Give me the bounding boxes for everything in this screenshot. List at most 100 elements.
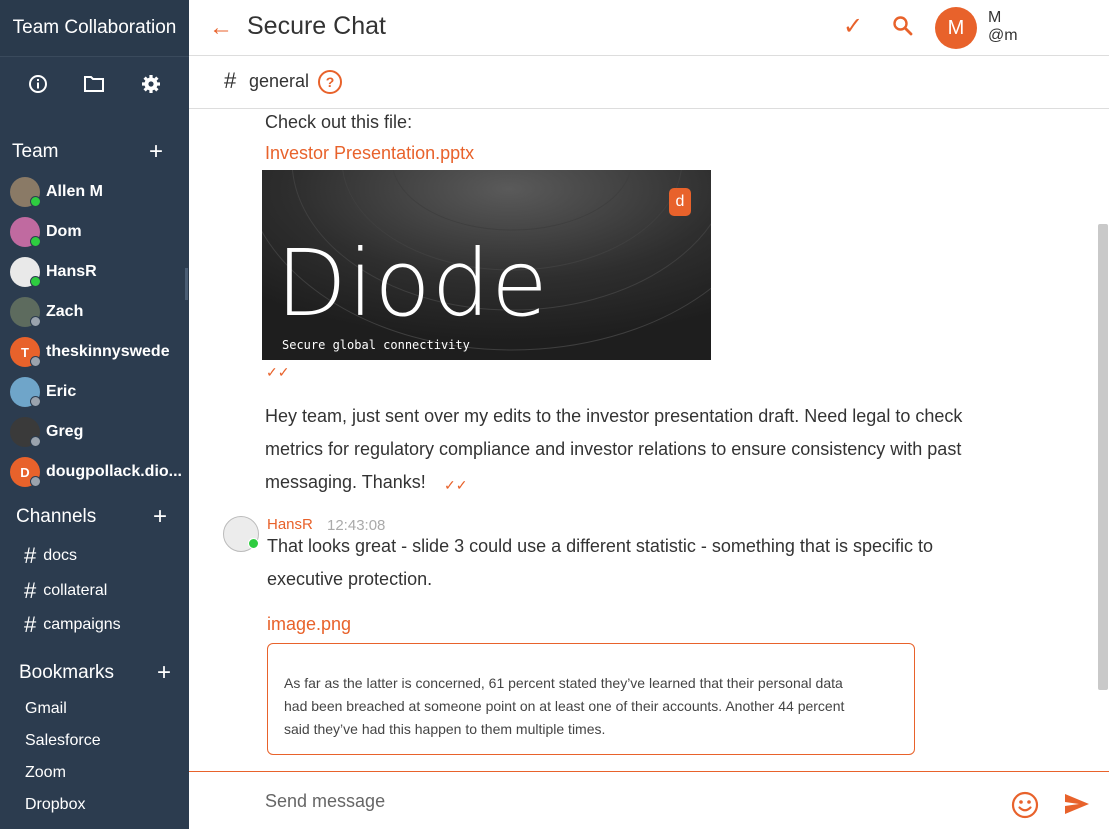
presence-dot-icon [30, 276, 41, 287]
slide-title: Diode [276, 230, 549, 337]
reply-body-line: executive protection. [267, 569, 433, 589]
app-title: Team Collaboration [0, 0, 189, 57]
presence-dot-icon [30, 236, 41, 247]
online-status-icon [248, 538, 259, 549]
avatar: T [10, 337, 41, 367]
info-icon[interactable] [24, 70, 52, 98]
team-member-name: Dom [46, 223, 82, 240]
channel-item-campaigns[interactable]: # campaigns [24, 612, 121, 638]
team-section-header: Team + [0, 140, 189, 164]
page-title: Secure Chat [247, 12, 386, 40]
team-member-item[interactable]: Greg [10, 414, 182, 450]
hash-icon: # [224, 68, 237, 93]
channel-label: docs [43, 547, 78, 564]
channels-label: Channels [16, 506, 97, 527]
hash-icon: # [24, 578, 37, 603]
channel-item-docs[interactable]: # docs [24, 543, 77, 569]
team-member-item[interactable]: Eric [10, 374, 182, 410]
message-body-line: metrics for regulatory compliance and in… [265, 439, 962, 459]
avatar [10, 177, 41, 207]
team-member-name: Greg [46, 423, 84, 440]
emoji-icon[interactable] [1011, 791, 1039, 824]
team-label: Team [12, 141, 59, 162]
presence-dot-icon [30, 396, 41, 407]
team-member-name: Allen M [46, 183, 103, 200]
diode-logo-icon: d [669, 188, 691, 216]
composer [189, 771, 1109, 830]
user-info: M @m [988, 9, 1018, 45]
sidebar-scrollbar[interactable] [185, 268, 188, 300]
avatar-initial: D [20, 464, 30, 480]
reply-body-line: That looks great - slide 3 could use a d… [267, 536, 933, 556]
bookmark-dropbox[interactable]: Dropbox [25, 796, 85, 814]
avatar [10, 417, 41, 447]
read-receipt-icon: ✓✓ [444, 477, 468, 493]
slide-tagline: Secure global connectivity [282, 338, 470, 352]
presence-dot-icon [30, 436, 41, 447]
avatar [10, 217, 41, 247]
add-team-member-button[interactable]: + [149, 140, 163, 164]
channel-bar: # general ? [189, 56, 1109, 109]
gear-icon[interactable] [137, 70, 165, 98]
channel-item-collateral[interactable]: # collateral [24, 578, 107, 604]
bookmark-salesforce[interactable]: Salesforce [25, 732, 101, 750]
team-member-item[interactable]: Ddougpollack.dio... [10, 454, 182, 490]
help-icon[interactable]: ? [318, 70, 342, 94]
add-channel-button[interactable]: + [153, 505, 167, 529]
attachment-preview[interactable]: As far as the latter is concerned, 61 pe… [267, 643, 915, 755]
quote-line: had been breached at someone point on at… [284, 698, 845, 714]
presence-dot-icon [30, 476, 41, 487]
message-body-line: messaging. Thanks! [265, 472, 426, 492]
team-member-item[interactable]: Ttheskinnyswede [10, 334, 182, 370]
message-scrollbar[interactable] [1098, 224, 1108, 690]
bookmark-zoom[interactable]: Zoom [25, 764, 66, 782]
message-list[interactable]: Check out this file: Investor Presentati… [189, 109, 1109, 771]
search-icon[interactable] [891, 14, 915, 43]
file-link[interactable]: Investor Presentation.pptx [265, 143, 474, 164]
check-icon[interactable]: ✓ [843, 12, 863, 41]
team-member-item[interactable]: Allen M [10, 174, 182, 210]
attachment-link[interactable]: image.png [267, 614, 351, 635]
avatar[interactable] [223, 516, 259, 552]
avatar-initial: T [21, 344, 29, 360]
bookmarks-section-header: Bookmarks + [0, 661, 189, 685]
team-member-item[interactable]: Zach [10, 294, 182, 330]
channel-label: collateral [43, 582, 108, 599]
message-author[interactable]: HansR [267, 516, 313, 533]
channel-label: campaigns [43, 616, 121, 633]
hash-icon: # [24, 543, 37, 568]
file-preview-image[interactable]: Diode Secure global connectivity d [262, 170, 711, 360]
channel-name: general [249, 71, 310, 91]
presence-dot-icon [30, 356, 41, 367]
team-member-name: theskinnyswede [46, 343, 170, 360]
user-name: M [988, 9, 1002, 26]
back-arrow-icon[interactable]: ← [209, 14, 233, 42]
team-member-name: HansR [46, 263, 97, 280]
file-intro-text: Check out this file: [265, 112, 413, 132]
hash-icon: # [24, 612, 37, 637]
message-body-line: Hey team, just sent over my edits to the… [265, 406, 963, 426]
chat-header: ← Secure Chat ✓ M M @m [189, 0, 1109, 56]
quote-line: As far as the latter is concerned, 61 pe… [284, 675, 843, 691]
avatar [10, 377, 41, 407]
send-icon[interactable] [1063, 792, 1091, 821]
team-member-name: Zach [46, 303, 84, 320]
folder-icon[interactable] [80, 70, 108, 98]
user-avatar[interactable]: M [935, 7, 977, 49]
user-handle: @m [988, 27, 1018, 44]
sidebar: Team Collaboration Team + Allen M Dom Hans… [0, 0, 189, 829]
team-member-item[interactable]: Dom [10, 214, 182, 250]
presence-dot-icon [30, 316, 41, 327]
quote-line: said they’ve had this happen to them mul… [284, 721, 606, 737]
read-receipt-icon: ✓✓ [266, 364, 290, 380]
team-member-item[interactable]: HansR [10, 254, 182, 290]
avatar [10, 257, 41, 287]
bookmark-gmail[interactable]: Gmail [25, 700, 67, 718]
avatar: D [10, 457, 41, 487]
message-input[interactable] [263, 786, 967, 816]
presence-dot-icon [30, 196, 41, 207]
sidebar-toolbar [0, 56, 189, 112]
bookmarks-label: Bookmarks [19, 662, 115, 683]
team-member-name: dougpollack.dio... [46, 463, 182, 480]
add-bookmark-button[interactable]: + [157, 661, 171, 685]
